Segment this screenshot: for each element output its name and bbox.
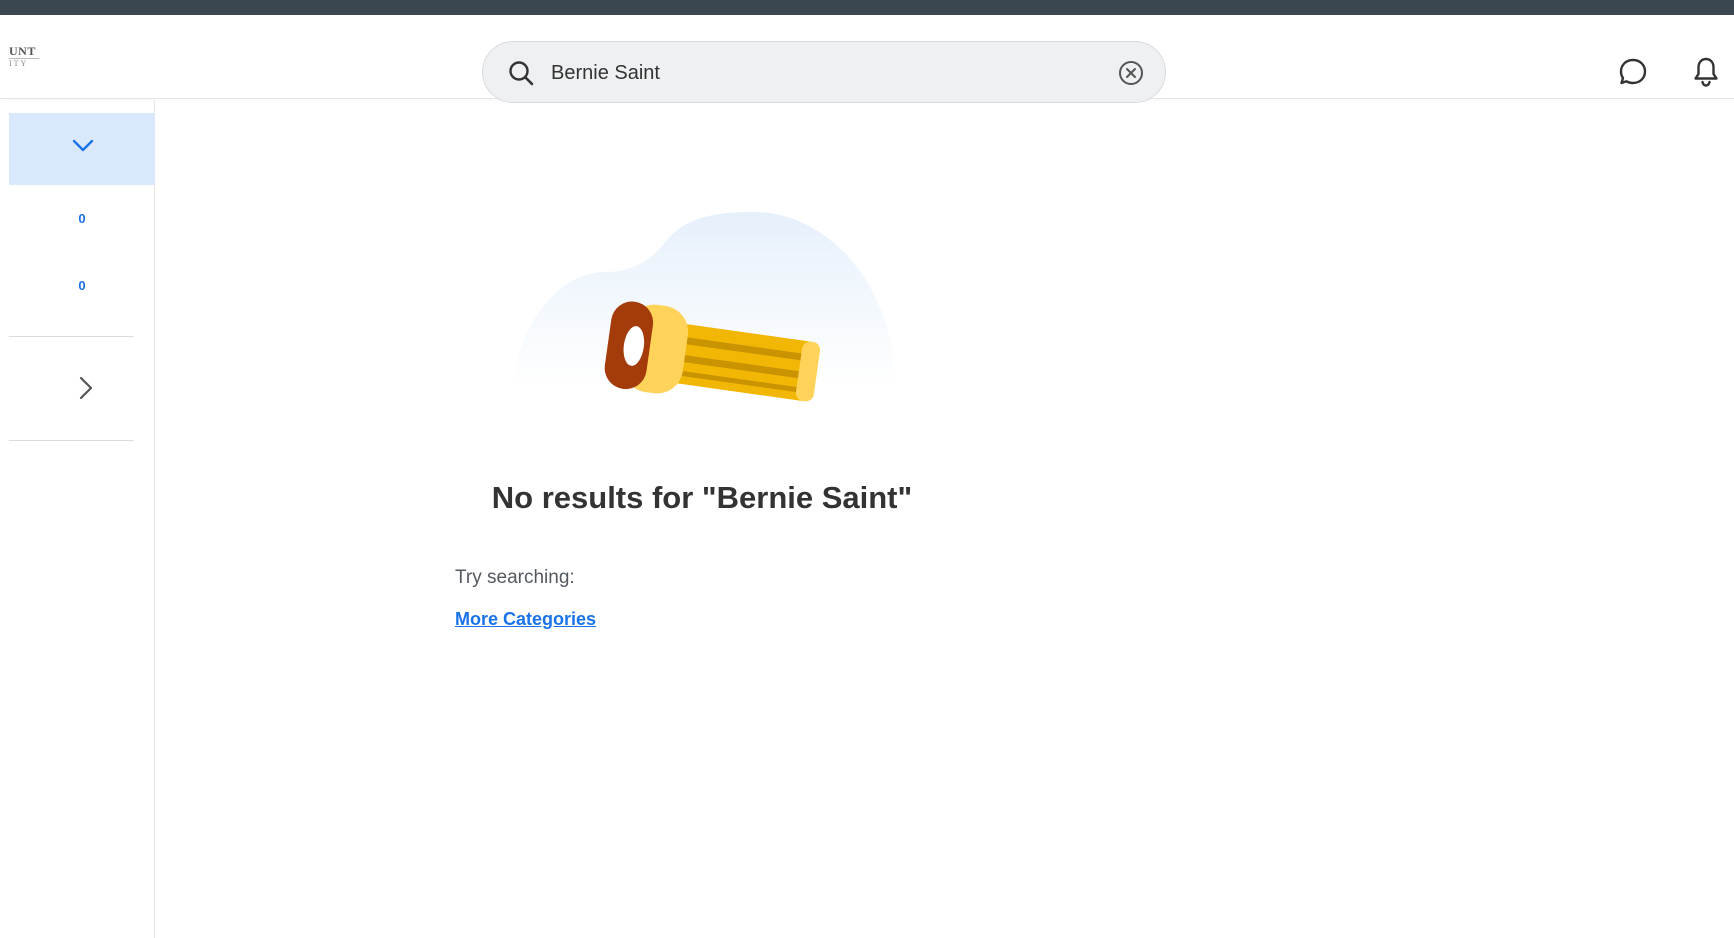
sidebar-count-1[interactable]: 0: [9, 211, 155, 226]
sidebar-count-2[interactable]: 0: [9, 278, 155, 293]
sidebar-expand-toggle[interactable]: [9, 358, 155, 420]
header: UNT ITY: [0, 15, 1734, 103]
search-input[interactable]: [551, 56, 1071, 90]
try-searching-label: Try searching:: [455, 567, 575, 588]
chevron-down-icon: [72, 139, 94, 152]
clear-icon[interactable]: [1117, 59, 1145, 87]
logo-text-line1: UNT: [9, 44, 36, 58]
flashlight-illustration: [515, 212, 895, 402]
search-bar[interactable]: [482, 41, 1166, 103]
sidebar-collapse-toggle[interactable]: [9, 113, 155, 185]
chevron-right-icon: [79, 376, 93, 400]
top-strip: [0, 0, 1734, 15]
no-results-title: No results for "Bernie Saint": [491, 480, 913, 515]
sidebar: 0 0: [9, 100, 155, 938]
logo-text-line2: ITY: [9, 58, 39, 69]
chat-icon[interactable]: [1618, 57, 1648, 87]
bell-icon[interactable]: [1692, 56, 1720, 88]
sidebar-divider: [9, 336, 134, 337]
logo[interactable]: UNT ITY: [9, 44, 45, 72]
sidebar-divider: [9, 440, 134, 441]
more-categories-link[interactable]: More Categories: [455, 609, 596, 630]
search-icon: [509, 61, 534, 86]
